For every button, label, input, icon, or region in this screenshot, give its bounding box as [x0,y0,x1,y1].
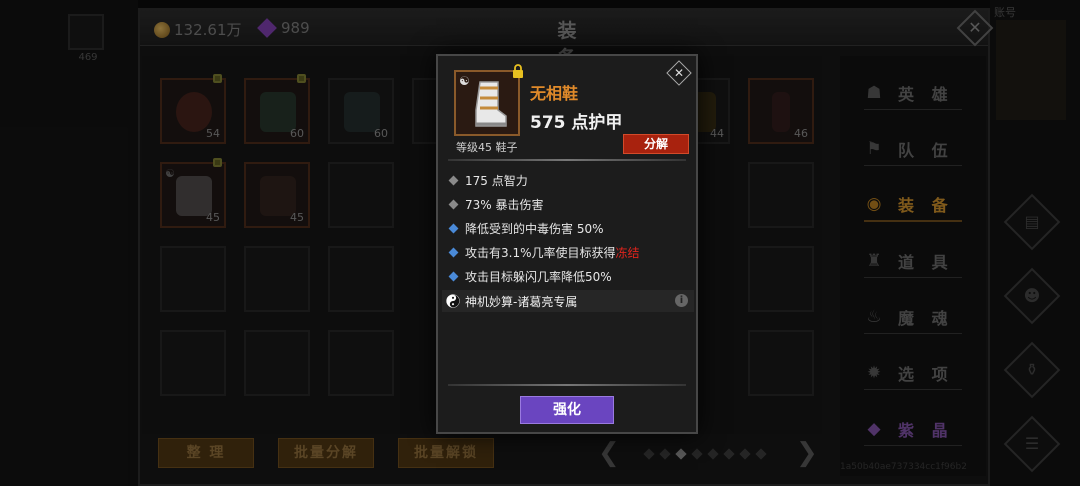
yinyang-icon [446,294,460,308]
set-bonus-row[interactable]: 神机妙算-诸葛亮专属 i [442,290,694,312]
divider [448,159,686,161]
boots-item-icon [475,81,507,127]
stat-bullet-icon [448,175,459,185]
set-bonus-text: 神机妙算-诸葛亮专属 [465,294,578,309]
stat-line: 175 点智力 [448,169,692,191]
stat-bullet-icon [448,247,459,257]
stat-bullet-icon [448,271,459,281]
stat-text: 攻击有3.1%几率使目标获得 [465,245,616,260]
yinyang-icon: ☯ [459,74,470,88]
info-icon[interactable]: i [675,294,688,307]
close-icon: ✕ [673,66,685,80]
stat-text: 攻击目标躲闪几率降低50% [465,269,612,284]
item-armor-value: 575 点护甲 [530,113,623,133]
lock-icon[interactable] [512,64,524,78]
popup-close-button[interactable]: ✕ [666,60,692,86]
stat-line: 降低受到的中毒伤害 50% [448,217,692,239]
stat-bullet-icon [448,223,459,233]
stat-line: 攻击有3.1%几率使目标获得 冻结 [448,241,692,263]
stat-text: 73% 暴击伤害 [465,197,544,212]
stat-line: 73% 暴击伤害 [448,193,692,215]
item-icon-frame: ☯ [454,70,520,136]
freeze-keyword: 冻结 [615,245,640,260]
stat-bullet-icon [448,199,459,209]
item-level-type: 等级45 鞋子 [456,141,518,154]
stat-text: 降低受到的中毒伤害 50% [465,221,604,236]
item-detail-popup: ☯ 无相鞋 575 点护甲 等级45 鞋子 分解 ✕ 175 点智力 73% 暴… [436,54,698,434]
item-name: 无相鞋 [530,84,579,103]
stat-line: 攻击目标躲闪几率降低50% [448,265,692,287]
stat-text: 175 点智力 [465,173,528,188]
decompose-button[interactable]: 分解 [623,134,689,154]
divider [448,384,686,386]
enhance-button[interactable]: 强化 [520,396,614,424]
